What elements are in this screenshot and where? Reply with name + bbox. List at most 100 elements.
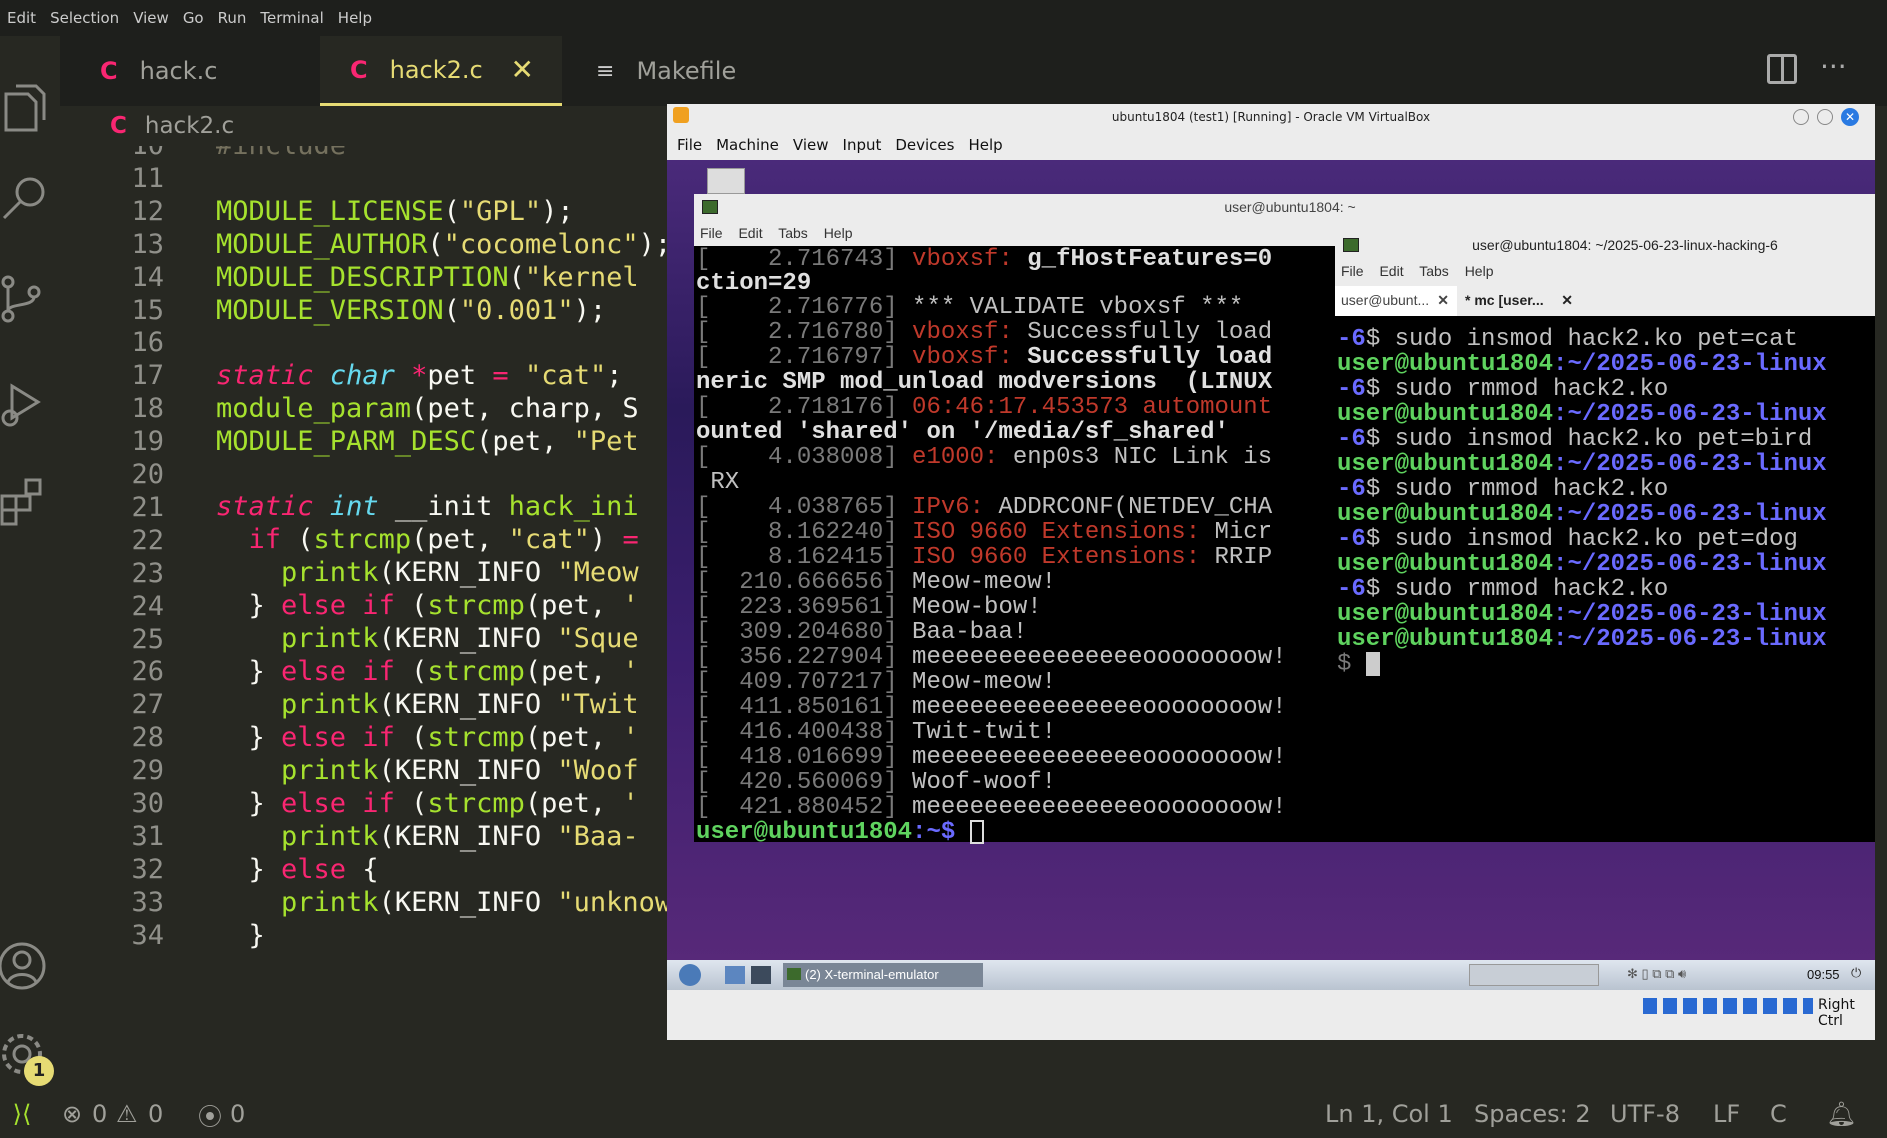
dmesg-line: ction=29 bbox=[696, 270, 812, 297]
line-number: 14 bbox=[131, 261, 164, 293]
vbox-menu-help[interactable]: Help bbox=[968, 136, 1002, 154]
host-key-label[interactable]: Right Ctrl bbox=[1818, 997, 1875, 1029]
code-line: } else if (strcmp(pet, ' bbox=[216, 656, 639, 687]
term-menu-tabs[interactable]: Tabs bbox=[1419, 263, 1449, 279]
code-line: MODULE_VERSION("0.001"); bbox=[216, 295, 607, 326]
language-mode[interactable]: C bbox=[1770, 1100, 1787, 1128]
vbox-menubar: File Machine View Input Devices Help bbox=[667, 130, 1875, 160]
term-menu-edit[interactable]: Edit bbox=[738, 225, 762, 241]
dmesg-line: [ 2.718176] 06:46:17.453573 automount bbox=[696, 394, 1273, 421]
source-control-icon[interactable] bbox=[0, 272, 60, 332]
tab-label: user@ubunt... bbox=[1341, 292, 1430, 308]
terminal-tab-1[interactable]: user@ubunt... ✕ bbox=[1335, 286, 1457, 316]
search-icon[interactable] bbox=[0, 172, 60, 232]
line-number: 13 bbox=[131, 228, 164, 260]
term-menu-tabs[interactable]: Tabs bbox=[778, 225, 808, 241]
status-bar: ⟩⟨ ⊗ 0 ⚠ 0 ⦿ 0 Ln 1, Col 1 Spaces: 2 UTF… bbox=[0, 1090, 1887, 1138]
cursor bbox=[969, 819, 984, 844]
tab-hack2-c[interactable]: Chack2.c ✕ bbox=[320, 36, 562, 106]
c-file-icon: C bbox=[350, 55, 368, 84]
term-menu-help[interactable]: Help bbox=[824, 225, 853, 241]
maximize-icon[interactable] bbox=[1817, 109, 1833, 125]
terminal-line: -6$ sudo rmmod hack2.ko bbox=[1337, 476, 1669, 503]
code-line: #include bbox=[216, 146, 362, 161]
extensions-icon[interactable] bbox=[0, 476, 60, 536]
prompt-line: user@ubuntu1804:~$ bbox=[696, 819, 984, 846]
line-number: 34 bbox=[131, 919, 164, 951]
menu-selection[interactable]: Selection bbox=[43, 9, 126, 27]
start-menu-icon[interactable] bbox=[679, 964, 701, 986]
cursor-position[interactable]: Ln 1, Col 1 bbox=[1325, 1100, 1453, 1128]
code-line: } else if (strcmp(pet, ' bbox=[216, 722, 639, 753]
term-menu-edit[interactable]: Edit bbox=[1379, 263, 1403, 279]
term-menu-help[interactable]: Help bbox=[1465, 263, 1494, 279]
menu-help[interactable]: Help bbox=[331, 9, 379, 27]
line-number: 19 bbox=[131, 426, 164, 458]
code-line: module_param(pet, charp, S bbox=[216, 393, 639, 424]
vbox-menu-file[interactable]: File bbox=[677, 136, 702, 154]
code-line: printk(KERN_INFO "Meow bbox=[281, 557, 639, 588]
vbox-menu-input[interactable]: Input bbox=[843, 136, 882, 154]
menu-go[interactable]: Go bbox=[176, 9, 211, 27]
close-icon[interactable]: ✕ bbox=[1561, 286, 1573, 314]
drive-icon[interactable] bbox=[707, 168, 745, 194]
line-number: 15 bbox=[131, 294, 164, 326]
vbox-menu-view[interactable]: View bbox=[793, 136, 829, 154]
line-number: 18 bbox=[131, 393, 164, 425]
clock[interactable]: 09:55 bbox=[1807, 967, 1840, 982]
line-number: 27 bbox=[131, 689, 164, 721]
taskbar-task[interactable]: (2) X-terminal-emulator bbox=[783, 963, 983, 987]
end-of-line[interactable]: LF bbox=[1713, 1100, 1740, 1128]
code-line: MODULE_AUTHOR("cocomelonc"); bbox=[216, 229, 672, 260]
code-line: printk(KERN_INFO "Baa- bbox=[281, 821, 639, 852]
code-line: if (strcmp(pet, "cat") = bbox=[248, 524, 639, 555]
terminal-line: user@ubuntu1804:~/2025-06-23-linux bbox=[1337, 501, 1827, 528]
code-line: } bbox=[216, 920, 265, 951]
terminal-launcher-icon[interactable] bbox=[751, 966, 771, 984]
minimize-icon[interactable] bbox=[1793, 109, 1809, 125]
workspace-switcher[interactable] bbox=[1469, 964, 1599, 986]
tab-makefile[interactable]: ≡ Makefile bbox=[596, 36, 856, 106]
menu-run[interactable]: Run bbox=[211, 9, 254, 27]
code-line: MODULE_LICENSE("GPL"); bbox=[216, 196, 574, 227]
close-icon[interactable]: ✕ bbox=[511, 53, 534, 86]
terminal-line: user@ubuntu1804:~/2025-06-23-linux bbox=[1337, 626, 1827, 653]
code-line: } else if (strcmp(pet, ' bbox=[216, 788, 639, 819]
term-menu-file[interactable]: File bbox=[700, 225, 723, 241]
close-icon[interactable]: ✕ bbox=[1437, 286, 1449, 314]
remote-icon[interactable]: ⟩⟨ bbox=[0, 1090, 44, 1138]
term-menu-file[interactable]: File bbox=[1341, 263, 1364, 279]
menu-edit[interactable]: Edit bbox=[0, 9, 43, 27]
encoding[interactable]: UTF-8 bbox=[1610, 1100, 1680, 1128]
explorer-icon[interactable] bbox=[0, 76, 60, 136]
guest-screen[interactable]: user@ubuntu1804: ~ File Edit Tabs Help [… bbox=[667, 160, 1875, 990]
breadcrumb-file[interactable]: hack2.c bbox=[145, 113, 234, 139]
settings-gear-icon[interactable]: 1 bbox=[0, 1026, 60, 1086]
dmesg-line: [ 210.666656] Meow-meow! bbox=[696, 569, 1057, 596]
ports-icon[interactable]: ⦿ bbox=[198, 1097, 222, 1132]
terminal-line: user@ubuntu1804:~/2025-06-23-linux bbox=[1337, 551, 1827, 578]
run-debug-icon[interactable] bbox=[0, 376, 60, 436]
terminal-line: -6$ sudo rmmod hack2.ko bbox=[1337, 576, 1669, 603]
file-manager-icon[interactable] bbox=[725, 966, 745, 984]
menu-terminal[interactable]: Terminal bbox=[253, 9, 330, 27]
close-icon[interactable]: ✕ bbox=[1841, 108, 1859, 126]
accounts-icon[interactable] bbox=[0, 936, 60, 996]
notifications-bell-icon[interactable]: 🔔︎ bbox=[1826, 1100, 1856, 1128]
menu-view[interactable]: View bbox=[126, 9, 176, 27]
line-number: 20 bbox=[131, 459, 164, 490]
indentation[interactable]: Spaces: 2 bbox=[1474, 1100, 1591, 1128]
warnings-icon[interactable]: ⚠ bbox=[116, 1100, 138, 1128]
vbox-menu-machine[interactable]: Machine bbox=[716, 136, 779, 154]
code-line: MODULE_DESCRIPTION("kernel bbox=[216, 262, 639, 293]
terminal-line: user@ubuntu1804:~/2025-06-23-linux bbox=[1337, 401, 1827, 428]
tab-hack-c[interactable]: Chack.c bbox=[100, 36, 340, 106]
vbox-menu-devices[interactable]: Devices bbox=[895, 136, 954, 154]
split-editor-icon[interactable] bbox=[1767, 54, 1797, 84]
more-actions-icon[interactable]: ··· bbox=[1820, 50, 1847, 83]
guest-taskbar: (2) X-terminal-emulator ✻ ▯ ⧉ ⧉ 🔊︎ 09:55… bbox=[667, 960, 1875, 990]
errors-icon[interactable]: ⊗ bbox=[62, 1100, 82, 1128]
terminal-tab-2[interactable]: * mc [user... ✕ bbox=[1459, 286, 1581, 316]
power-icon[interactable]: ⏻ bbox=[1851, 965, 1861, 981]
terminal-window-hacking[interactable]: user@ubuntu1804: ~/2025-06-23-linux-hack… bbox=[1335, 232, 1875, 838]
